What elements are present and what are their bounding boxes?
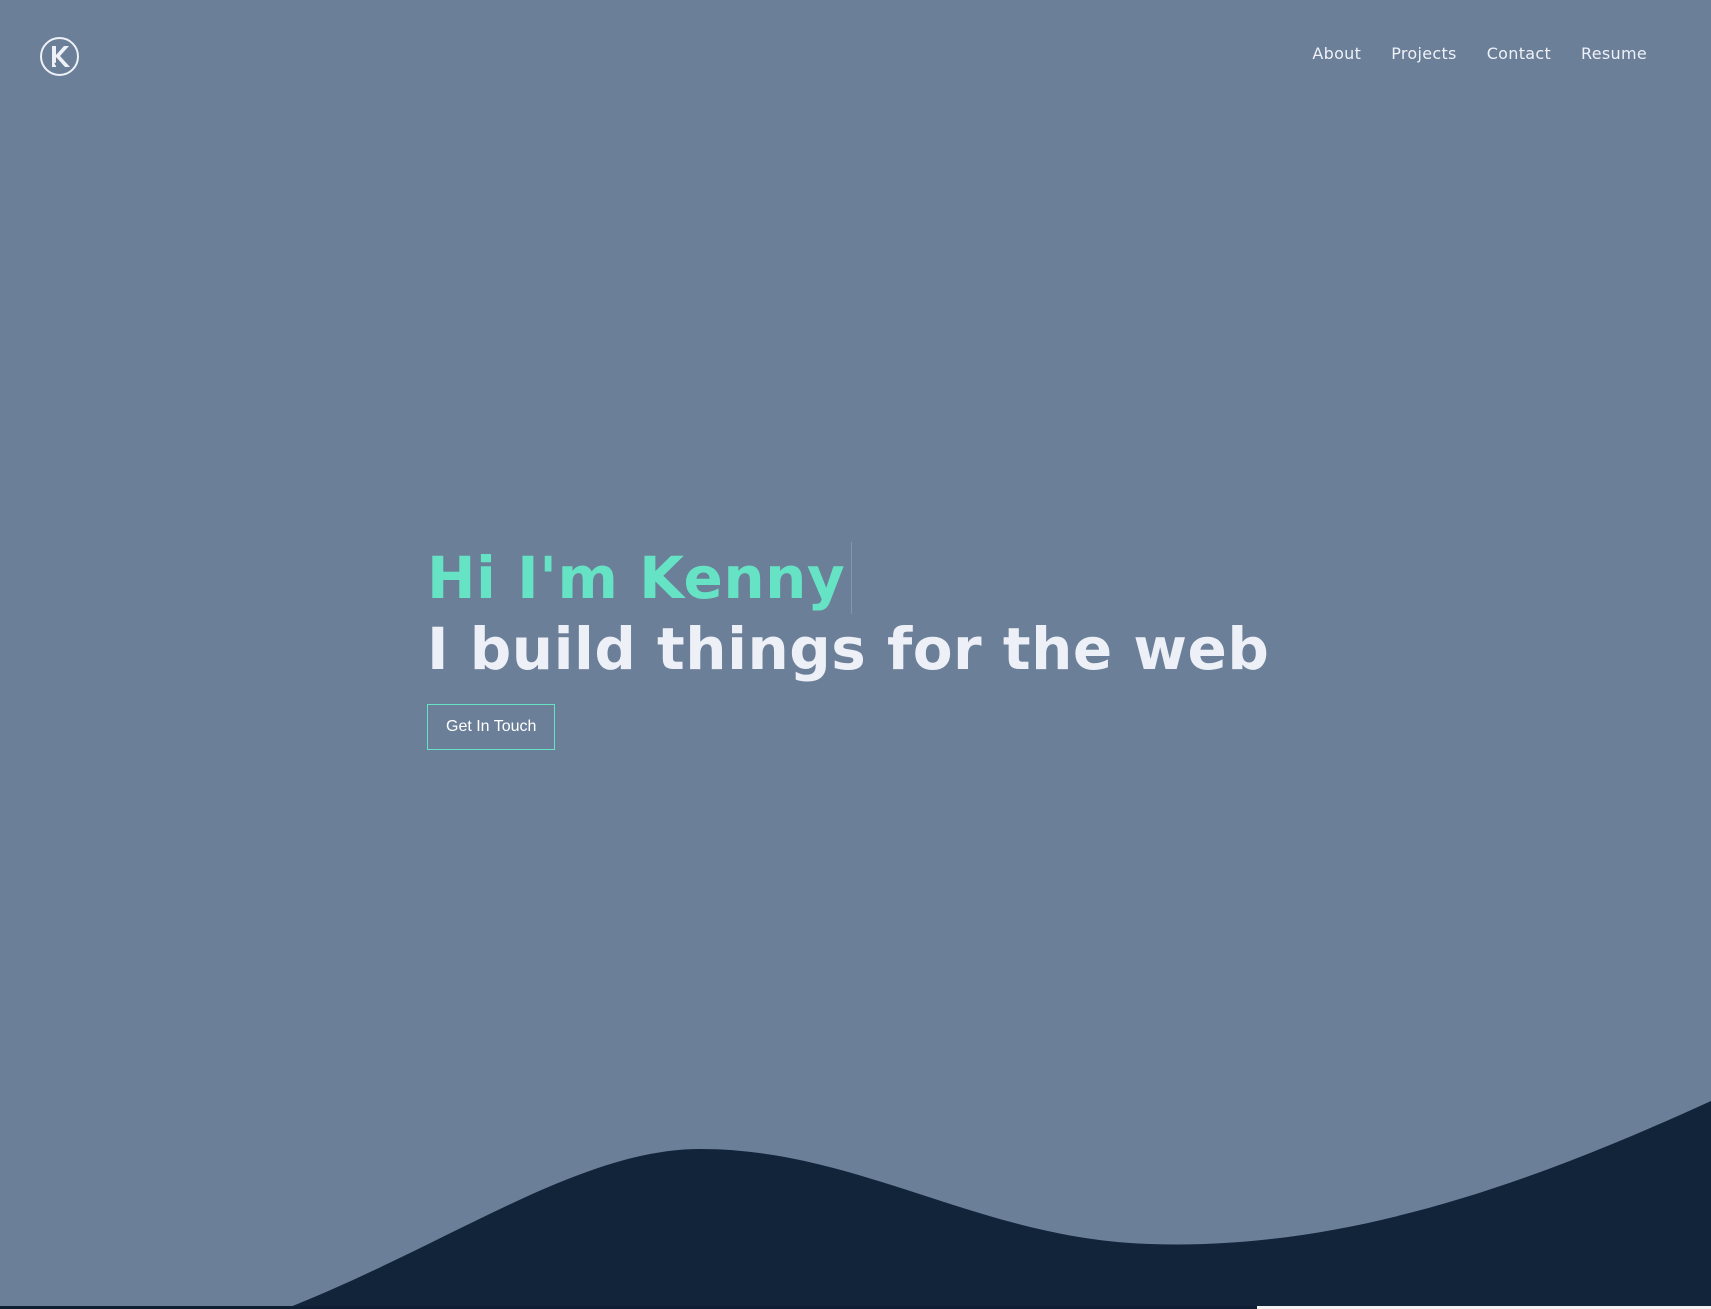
nav-link-resume[interactable]: Resume: [1581, 44, 1647, 63]
main-nav: About Projects Contact Resume: [1312, 44, 1647, 63]
typing-cursor: [851, 542, 853, 614]
nav-link-contact[interactable]: Contact: [1487, 44, 1551, 63]
get-in-touch-button[interactable]: Get In Touch: [427, 704, 556, 750]
hero-tagline: I build things for the web: [427, 615, 1270, 683]
nav-link-about[interactable]: About: [1312, 44, 1361, 63]
logo-icon[interactable]: [39, 36, 80, 77]
greeting-row: Hi I'm Kenny: [427, 540, 1269, 616]
site-header: About Projects Contact Resume: [0, 0, 1711, 110]
wave-decoration: [285, 1101, 1711, 1309]
hero-greeting: Hi I'm Kenny: [427, 544, 846, 612]
hero-section: Hi I'm Kenny I build things for the web …: [427, 540, 1269, 750]
page: About Projects Contact Resume Hi I'm Ken…: [0, 0, 1711, 1309]
nav-link-projects[interactable]: Projects: [1391, 44, 1456, 63]
